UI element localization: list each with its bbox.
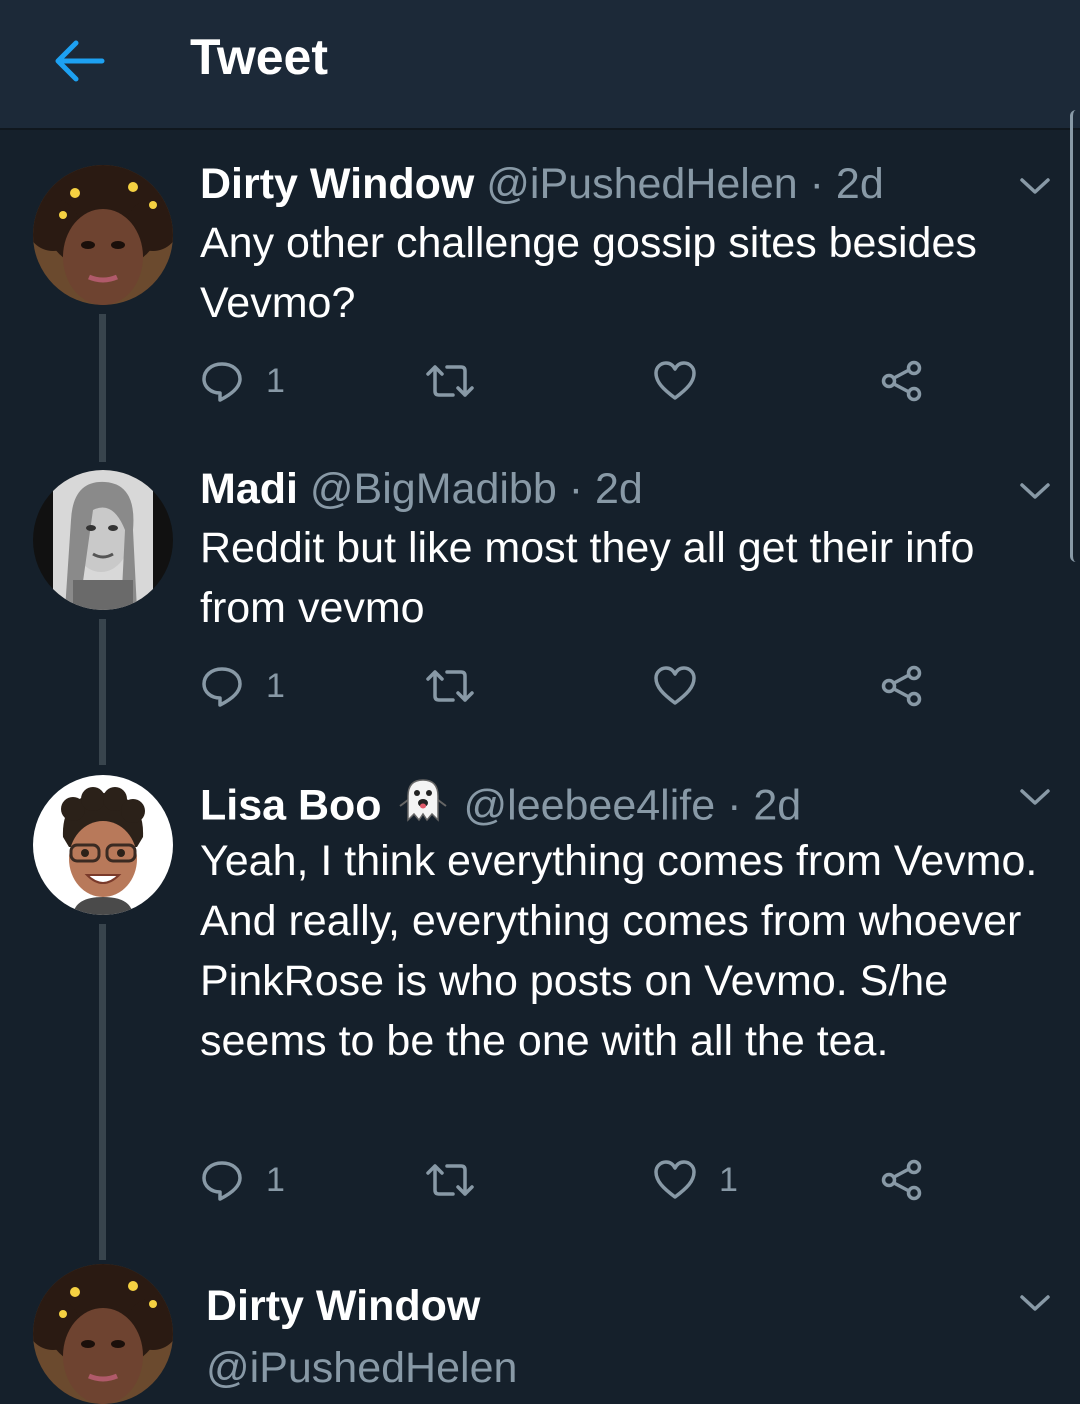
retweet-button[interactable] [425, 1156, 497, 1204]
heart-icon [653, 359, 697, 403]
page-title: Tweet [190, 29, 328, 85]
avatar[interactable] [33, 1264, 173, 1404]
display-name[interactable]: Lisa Boo [200, 781, 382, 829]
tweet-header: Dirty Window @iPushedHelen · 2d [200, 158, 884, 210]
share-icon [880, 359, 924, 403]
reply-count: 1 [266, 1160, 285, 1199]
tweet-text: Any other challenge gossip sites besides… [200, 219, 977, 327]
retweet-icon [425, 1158, 475, 1202]
tweet-text: Yeah, I think everything comes from Vevm… [200, 837, 1038, 1065]
timestamp[interactable]: 2d [595, 465, 643, 513]
thread-line [99, 924, 106, 1260]
heart-icon [653, 664, 697, 708]
timestamp[interactable]: 2d [836, 160, 884, 208]
reply-icon [200, 664, 244, 708]
retweet-button[interactable] [425, 357, 497, 405]
retweet-icon [425, 359, 475, 403]
reply-count: 1 [266, 361, 285, 400]
chevron-down-icon[interactable] [1018, 480, 1052, 502]
scrollbar[interactable] [1070, 110, 1080, 562]
chevron-down-icon[interactable] [1018, 175, 1052, 197]
reply-button[interactable]: 1 [200, 357, 285, 405]
share-icon [880, 1158, 924, 1202]
thread-line [99, 314, 106, 462]
share-button[interactable] [880, 1156, 924, 1204]
avatar[interactable] [33, 165, 173, 305]
retweet-button[interactable] [425, 662, 497, 710]
reply-count: 1 [266, 666, 285, 705]
display-name[interactable]: Dirty Window [200, 160, 474, 208]
separator-dot: · [568, 465, 584, 513]
top-bar: Tweet [0, 0, 1080, 130]
like-button[interactable] [653, 357, 719, 405]
chevron-down-icon[interactable] [1018, 786, 1052, 808]
action-bar: 1 [200, 357, 960, 407]
reply-icon [200, 359, 244, 403]
user-handle[interactable]: @iPushedHelen [486, 160, 797, 208]
retweet-icon [425, 664, 475, 708]
ghost-emoji-icon [398, 776, 448, 834]
user-handle[interactable]: @BigMadibb [310, 465, 557, 513]
user-handle[interactable]: @iPushedHelen [206, 1342, 517, 1394]
reply-button[interactable]: 1 [200, 662, 285, 710]
thread-line [99, 619, 106, 765]
reply-button[interactable]: 1 [200, 1156, 285, 1204]
chevron-down-icon[interactable] [1018, 1292, 1052, 1314]
action-bar: 1 [200, 662, 960, 712]
share-icon [880, 664, 924, 708]
like-button[interactable] [653, 662, 719, 710]
heart-icon [653, 1158, 697, 1202]
avatar[interactable] [33, 775, 173, 915]
tweet-header: Madi @BigMadibb · 2d [200, 463, 643, 515]
timestamp[interactable]: 2d [753, 781, 801, 829]
back-arrow-icon[interactable] [50, 36, 108, 86]
like-count: 1 [719, 1160, 738, 1199]
action-bar: 1 1 [200, 1156, 960, 1206]
display-name[interactable]: Madi [200, 465, 298, 513]
like-button[interactable]: 1 [653, 1156, 738, 1204]
separator-dot: · [727, 781, 742, 830]
share-button[interactable] [880, 357, 924, 405]
separator-dot: · [809, 160, 824, 208]
avatar[interactable] [33, 470, 173, 610]
share-button[interactable] [880, 662, 924, 710]
display-name[interactable]: Dirty Window [206, 1280, 480, 1332]
reply-icon [200, 1158, 244, 1202]
user-handle[interactable]: @leebee4life [463, 781, 715, 829]
tweet-text: Reddit but like most they all get their … [200, 524, 975, 632]
